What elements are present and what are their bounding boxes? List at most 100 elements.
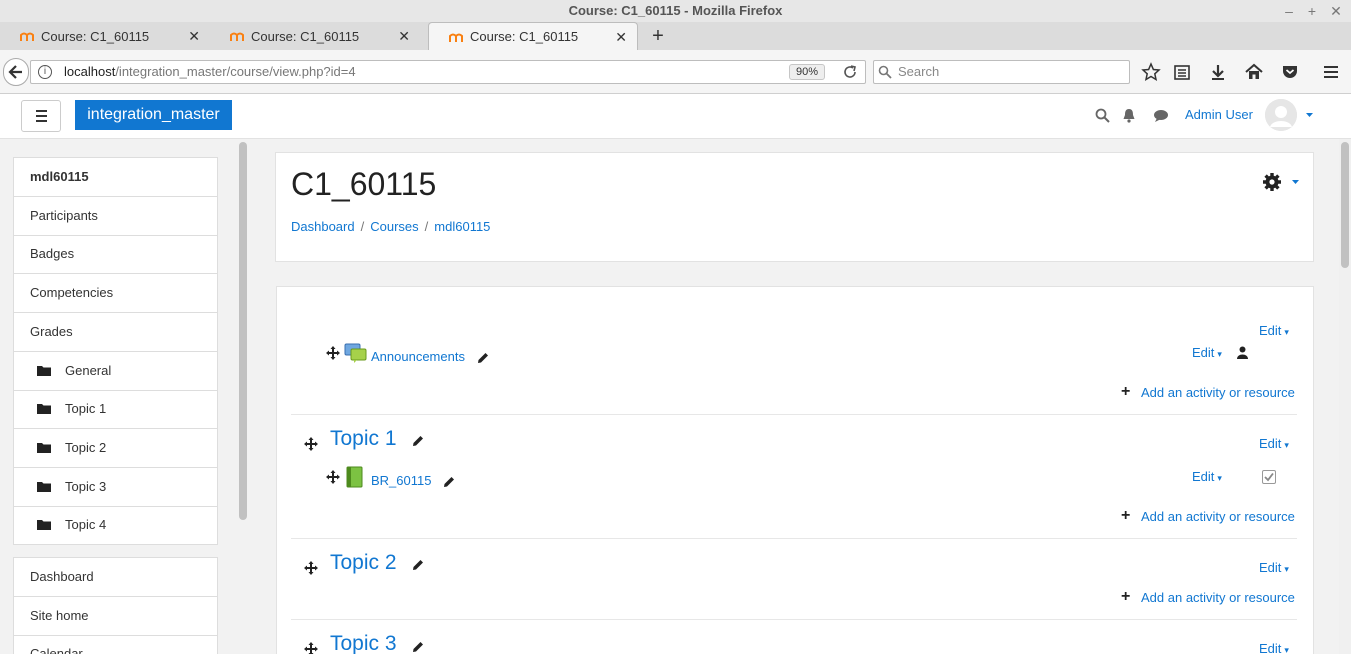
site-brand[interactable]: integration_master: [75, 100, 232, 130]
completion-checkbox-icon[interactable]: [1262, 470, 1276, 484]
window-titlebar: Course: C1_60115 - Mozilla Firefox: [0, 0, 1351, 22]
activity-link-book[interactable]: BR_60115: [371, 473, 431, 488]
search-icon: [878, 65, 892, 79]
section-edit-menu[interactable]: Edit ▾: [1259, 436, 1289, 451]
tab-close-icon[interactable]: ✕: [188, 28, 200, 45]
tab-label: Course: C1_60115: [41, 28, 150, 44]
activity-link-announcements[interactable]: Announcements: [371, 349, 465, 364]
nav-site-home[interactable]: Site home: [14, 597, 217, 636]
window-title: Course: C1_60115 - Mozilla Firefox: [568, 3, 783, 18]
browser-tab[interactable]: Course: C1_60115 ✕: [210, 22, 420, 50]
tab-close-icon[interactable]: ✕: [615, 29, 627, 46]
drawer-toggle-button[interactable]: [21, 100, 61, 132]
minimize-icon[interactable]: –: [1279, 0, 1299, 22]
edit-title-pencil-icon[interactable]: [412, 641, 424, 653]
section-title-topic-1[interactable]: Topic 1: [330, 427, 397, 451]
bookmark-star-icon[interactable]: [1141, 62, 1161, 82]
edit-title-pencil-icon[interactable]: [477, 352, 489, 364]
nav-section-label: Topic 2: [65, 440, 107, 455]
notifications-bell-icon[interactable]: [1122, 108, 1136, 123]
user-menu-name[interactable]: Admin User: [1185, 107, 1253, 122]
settings-caret-icon[interactable]: [1292, 180, 1299, 184]
nav-badges[interactable]: Badges: [14, 235, 217, 274]
folder-icon: [37, 404, 51, 414]
user-avatar-icon: [1265, 99, 1297, 131]
breadcrumb-dashboard[interactable]: Dashboard: [291, 219, 355, 234]
folder-icon: [37, 520, 51, 530]
nav-grades[interactable]: Grades: [14, 313, 217, 352]
nav-section-topic-3[interactable]: Topic 3: [14, 468, 217, 507]
user-icon: [1237, 346, 1248, 359]
nav-competencies[interactable]: Competencies: [14, 274, 217, 313]
back-arrow-icon: [8, 65, 22, 79]
move-icon[interactable]: [304, 642, 318, 654]
avatar[interactable]: [1265, 99, 1297, 131]
nav-section-label: Topic 1: [65, 401, 107, 416]
breadcrumb-courses[interactable]: Courses: [370, 219, 418, 234]
edit-title-pencil-icon[interactable]: [412, 559, 424, 571]
url-text[interactable]: localhost/integration_master/course/view…: [64, 60, 356, 84]
search-placeholder: Search: [898, 64, 940, 79]
move-icon[interactable]: [304, 437, 318, 451]
back-button[interactable]: [3, 58, 29, 86]
section-divider: [291, 619, 1297, 620]
home-icon[interactable]: [1244, 62, 1264, 82]
folder-icon: [37, 443, 51, 453]
nav-section-topic-2[interactable]: Topic 2: [14, 429, 217, 468]
search-icon[interactable]: [1095, 108, 1110, 123]
folder-icon: [37, 482, 51, 492]
new-tab-button[interactable]: +: [648, 26, 668, 46]
moodle-favicon-icon: [230, 32, 244, 41]
add-icon: +: [1121, 588, 1131, 605]
add-icon: +: [1121, 507, 1131, 524]
menu-icon[interactable]: [1321, 62, 1341, 82]
reading-list-icon[interactable]: [1172, 62, 1192, 82]
add-activity-link[interactable]: Add an activity or resource: [1141, 385, 1295, 400]
gear-icon[interactable]: [1262, 172, 1282, 192]
nav-calendar[interactable]: Calendar: [14, 635, 217, 654]
nav-course-home[interactable]: mdl60115: [14, 158, 217, 197]
nav-dashboard[interactable]: Dashboard: [14, 558, 217, 597]
section-divider: [291, 414, 1297, 415]
tab-close-icon[interactable]: ✕: [398, 28, 410, 45]
zoom-indicator[interactable]: 90%: [789, 64, 825, 80]
edit-title-pencil-icon[interactable]: [443, 476, 455, 488]
edit-title-pencil-icon[interactable]: [412, 435, 424, 447]
nav-section-general[interactable]: General: [14, 352, 217, 391]
breadcrumb-course[interactable]: mdl60115: [434, 219, 490, 234]
section-edit-menu[interactable]: Edit ▾: [1259, 641, 1289, 654]
maximize-icon[interactable]: +: [1302, 0, 1322, 22]
page-scrollbar-thumb[interactable]: [1341, 142, 1349, 268]
reload-button[interactable]: [840, 62, 860, 82]
drawer-scrollbar-thumb[interactable]: [239, 142, 247, 520]
section-title-topic-2[interactable]: Topic 2: [330, 551, 397, 575]
close-window-icon[interactable]: ✕: [1326, 0, 1346, 22]
move-icon[interactable]: [326, 470, 340, 484]
browser-tab[interactable]: Course: C1_60115 ✕: [0, 22, 210, 50]
tab-label: Course: C1_60115: [251, 28, 360, 44]
book-icon: [346, 466, 363, 488]
add-activity-link[interactable]: Add an activity or resource: [1141, 509, 1295, 524]
section-edit-menu[interactable]: Edit ▾: [1259, 323, 1289, 338]
hamburger-icon: [36, 110, 47, 122]
move-icon[interactable]: [304, 561, 318, 575]
messages-icon[interactable]: [1153, 109, 1169, 123]
nav-section-topic-1[interactable]: Topic 1: [14, 390, 217, 429]
activity-edit-menu[interactable]: Edit ▾: [1192, 345, 1222, 360]
download-icon[interactable]: [1208, 62, 1228, 82]
section-edit-menu[interactable]: Edit ▾: [1259, 560, 1289, 575]
add-activity-link[interactable]: Add an activity or resource: [1141, 590, 1295, 605]
move-icon[interactable]: [326, 346, 340, 360]
browser-tab-active[interactable]: Course: C1_60115 ✕: [428, 22, 638, 50]
breadcrumb: Dashboard / Courses / mdl60115: [291, 219, 491, 234]
user-menu-caret-icon[interactable]: [1306, 113, 1313, 117]
pocket-icon[interactable]: [1280, 62, 1300, 82]
site-info-icon[interactable]: i: [38, 65, 52, 79]
nav-section-label: General: [65, 363, 112, 378]
section-title-topic-3[interactable]: Topic 3: [330, 632, 397, 654]
nav-participants[interactable]: Participants: [14, 197, 217, 236]
section-divider: [291, 538, 1297, 539]
activity-edit-menu[interactable]: Edit ▾: [1192, 469, 1222, 484]
nav-section-topic-4[interactable]: Topic 4: [14, 506, 217, 545]
add-icon: +: [1121, 383, 1131, 400]
